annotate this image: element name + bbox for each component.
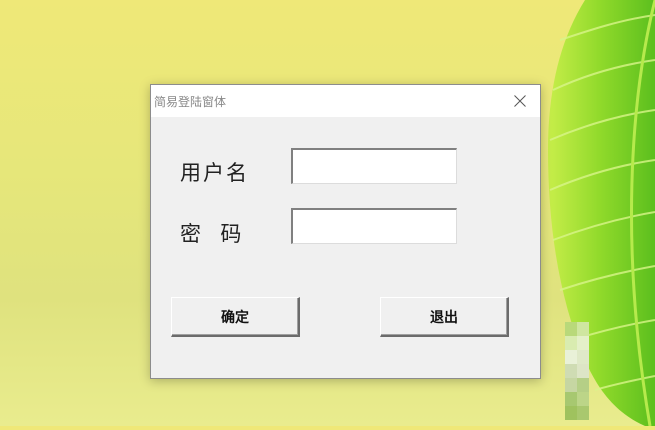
exit-button[interactable]: 退出 (380, 297, 509, 337)
login-dialog: 简易登陆窗体 用户名 密 码 确定 退出 (150, 84, 541, 379)
title-bar[interactable]: 简易登陆窗体 (151, 85, 540, 117)
ok-button[interactable]: 确定 (171, 297, 300, 337)
close-icon (514, 95, 526, 107)
close-button[interactable] (500, 85, 540, 117)
username-input[interactable] (291, 148, 457, 184)
mosaic-patch (565, 322, 589, 420)
password-input[interactable] (291, 208, 457, 244)
username-label: 用户名 (180, 161, 249, 185)
window-title: 简易登陆窗体 (154, 95, 227, 109)
password-label: 密 码 (180, 222, 244, 246)
